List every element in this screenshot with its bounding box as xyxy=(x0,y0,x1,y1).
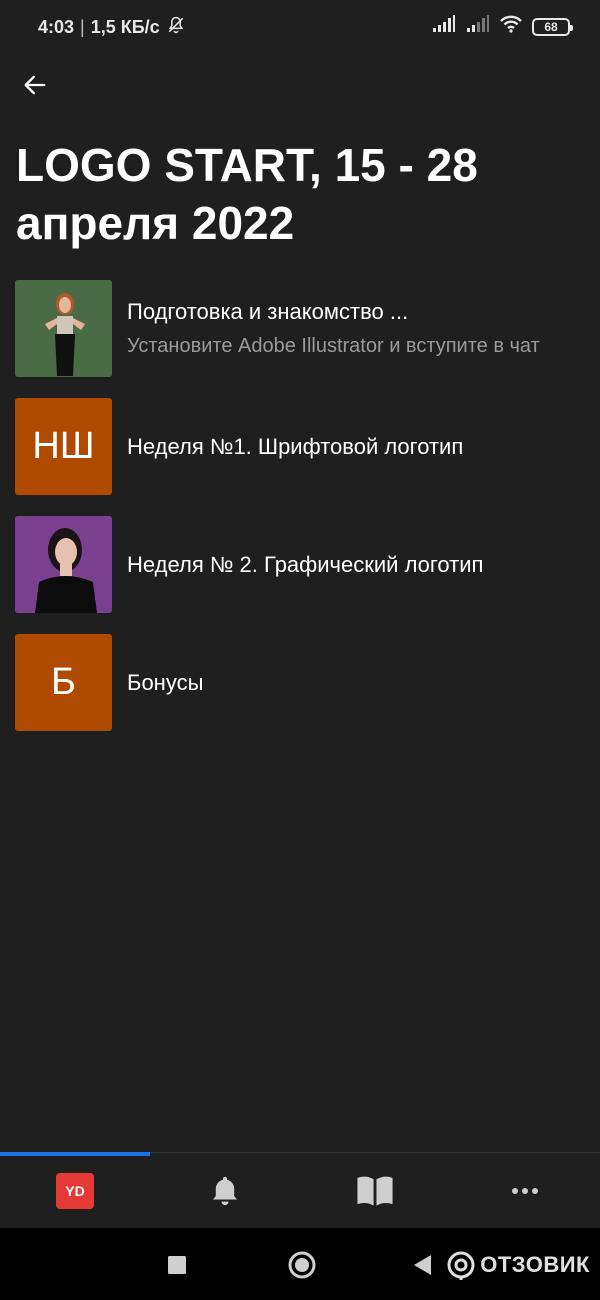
list-item-text: Подготовка и знакомство ... Установите A… xyxy=(127,280,540,377)
home-button[interactable] xyxy=(285,1248,319,1282)
list-item-title: Неделя № 2. Графический логотип xyxy=(127,551,484,577)
otzovik-logo-icon xyxy=(447,1251,475,1280)
tab-library[interactable] xyxy=(300,1153,450,1229)
list-item[interactable]: Подготовка и знакомство ... Установите A… xyxy=(15,280,585,398)
wifi-icon xyxy=(500,15,522,38)
list-item-text: Бонусы xyxy=(127,634,203,731)
list-item-title: Подготовка и знакомство ... xyxy=(127,299,409,324)
list-item[interactable]: НШ Неделя №1. Шрифтовой логотип xyxy=(15,398,585,516)
lesson-thumbnail: Б xyxy=(15,634,112,731)
signal-2-icon xyxy=(466,15,490,38)
tab-more[interactable] xyxy=(450,1153,600,1229)
recents-button[interactable] xyxy=(160,1248,194,1282)
circle-icon xyxy=(288,1251,316,1279)
tab-notifications[interactable] xyxy=(150,1153,300,1229)
lesson-thumbnail: НШ xyxy=(15,398,112,495)
list-item-subtitle: Установите Adobe Illustrator и вступите … xyxy=(127,335,540,357)
page-title: LOGO START, 15 - 28 апреля 2022 xyxy=(16,139,478,249)
battery-icon: 68 xyxy=(532,17,573,36)
tab-bar: YD xyxy=(0,1152,600,1228)
watermark: ОТЗОВИК xyxy=(446,1250,590,1280)
list-item-text: Неделя №1. Шрифтовой логотип xyxy=(127,398,463,495)
status-separator: | xyxy=(80,17,85,37)
list-item-title: Неделя №1. Шрифтовой логотип xyxy=(127,433,464,459)
back-nav-button[interactable] xyxy=(405,1248,439,1282)
status-left: 4:03 | 1,5 КБ/с xyxy=(38,15,186,40)
back-button[interactable] xyxy=(18,68,52,102)
status-bar: 4:03 | 1,5 КБ/с 68 xyxy=(0,0,600,52)
bell-off-icon xyxy=(166,15,186,40)
square-icon xyxy=(168,1256,186,1274)
status-right: 68 xyxy=(432,15,573,38)
lesson-thumbnail xyxy=(15,516,112,613)
watermark-text: ОТЗОВИК xyxy=(480,1252,590,1277)
lesson-thumbnail xyxy=(15,280,112,377)
arrow-left-icon xyxy=(24,75,46,95)
triangle-back-icon xyxy=(414,1255,431,1275)
list-item[interactable]: Неделя № 2. Графический логотип xyxy=(15,516,585,634)
list-item-title: Бонусы xyxy=(127,669,204,695)
tab-home[interactable]: YD xyxy=(0,1153,150,1229)
list-item-text: Неделя № 2. Графический логотип xyxy=(127,516,483,613)
system-nav-bar: ОТЗОВИК xyxy=(0,1228,600,1300)
yd-logo-icon: YD xyxy=(56,1173,94,1209)
signal-icon xyxy=(432,15,456,38)
bell-icon xyxy=(212,1176,238,1206)
more-icon xyxy=(512,1188,538,1194)
book-icon xyxy=(357,1176,393,1206)
status-network-speed: 1,5 КБ/с xyxy=(90,17,160,37)
list-item[interactable]: Б Бонусы xyxy=(15,634,585,752)
lesson-list: Подготовка и знакомство ... Установите A… xyxy=(15,280,585,752)
status-time: 4:03 xyxy=(38,17,75,37)
